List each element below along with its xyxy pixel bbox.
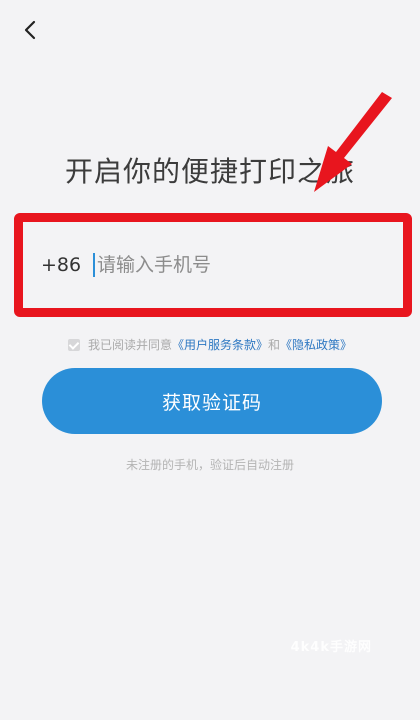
- agreement-checkbox[interactable]: [67, 338, 80, 351]
- get-code-button[interactable]: 获取验证码: [42, 368, 382, 434]
- red-arrow-icon: [314, 92, 392, 192]
- agreement-row: 我已阅读并同意 《用户服务条款》 和 《隐私政策》: [0, 336, 420, 353]
- chevron-left-icon: [24, 20, 36, 40]
- text-cursor: [93, 253, 95, 277]
- agreement-conjunction: 和: [268, 338, 281, 352]
- watermark: 4k4k手游网: [290, 640, 372, 655]
- red-highlight-box: +86: [14, 213, 412, 317]
- register-hint: 未注册的手机，验证后自动注册: [125, 458, 294, 472]
- country-code[interactable]: +86: [35, 254, 93, 276]
- agreement-prefix: 我已阅读并同意: [87, 338, 172, 352]
- phone-input[interactable]: [97, 254, 391, 276]
- terms-link[interactable]: 《用户服务条款》: [172, 336, 268, 353]
- privacy-link[interactable]: 《隐私政策》: [280, 336, 352, 353]
- phone-field: +86: [35, 230, 391, 300]
- back-button[interactable]: [14, 14, 46, 46]
